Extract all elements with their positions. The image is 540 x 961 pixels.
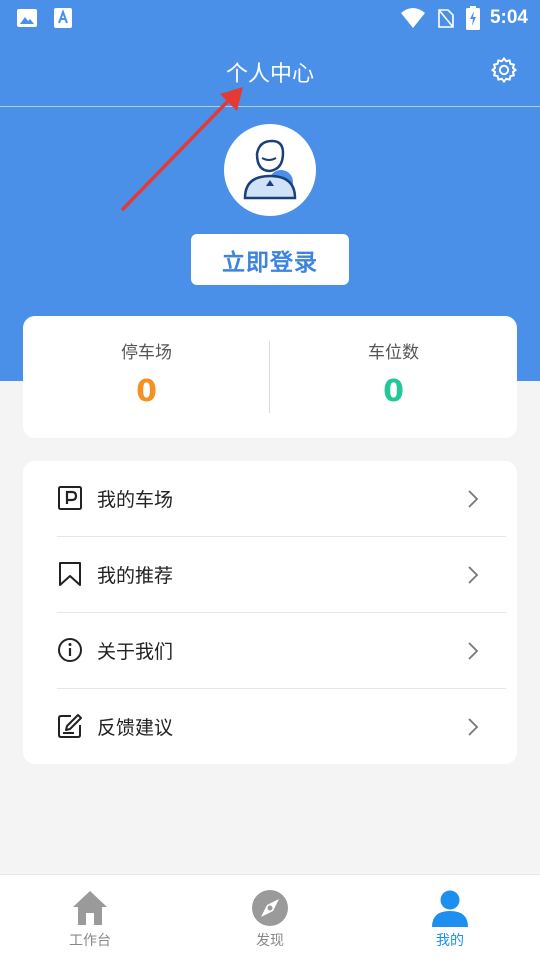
info-icon <box>58 638 82 662</box>
chevron-right-icon <box>468 490 479 508</box>
tab-label: 工作台 <box>69 933 111 949</box>
menu-item-label: 我的车场 <box>97 489 174 511</box>
user-avatar-icon <box>243 139 297 200</box>
stat-parking-spaces[interactable]: 车位数 0 <box>270 316 517 438</box>
chevron-right-icon <box>468 642 479 660</box>
menu-item-label: 反馈建议 <box>97 717 174 739</box>
chevron-right-icon <box>468 566 479 584</box>
edit-icon <box>58 714 82 738</box>
stat-value: 0 <box>383 374 404 409</box>
status-bar: 5:04 <box>0 0 540 36</box>
translate-notification-icon <box>54 8 72 28</box>
menu-card: 我的车场 我的推荐 关于我们 反馈建议 <box>23 461 517 764</box>
stats-card: 停车场 0 车位数 0 <box>23 316 517 438</box>
tab-workbench[interactable]: 工作台 <box>0 875 180 961</box>
login-button[interactable]: 立即登录 <box>191 234 349 285</box>
menu-item-my-parking[interactable]: 我的车场 <box>23 461 517 537</box>
home-icon <box>73 891 107 925</box>
battery-charging-icon <box>465 6 480 30</box>
wifi-icon <box>400 8 425 28</box>
compass-icon <box>252 890 288 926</box>
menu-item-about-us[interactable]: 关于我们 <box>23 613 517 689</box>
tab-mine[interactable]: 我的 <box>360 875 540 961</box>
tab-label: 发现 <box>256 933 284 949</box>
bottom-tab-bar: 工作台 发现 我的 <box>0 874 540 961</box>
tab-discover[interactable]: 发现 <box>180 875 360 961</box>
user-icon <box>432 890 468 927</box>
chevron-right-icon <box>468 718 479 736</box>
menu-item-label: 关于我们 <box>97 641 174 663</box>
title-bar: 个人中心 <box>0 36 540 107</box>
avatar[interactable] <box>224 124 316 216</box>
no-sim-icon <box>438 9 454 28</box>
stat-label: 停车场 <box>121 343 172 363</box>
menu-item-label: 我的推荐 <box>97 565 174 587</box>
page-title: 个人中心 <box>225 62 314 87</box>
bookmark-icon <box>59 562 81 586</box>
menu-item-feedback[interactable]: 反馈建议 <box>23 689 517 765</box>
tab-label: 我的 <box>436 933 464 949</box>
gallery-notification-icon <box>17 9 37 27</box>
status-time: 5:04 <box>489 7 528 28</box>
menu-item-my-recommendations[interactable]: 我的推荐 <box>23 537 517 613</box>
stat-parking-lots[interactable]: 停车场 0 <box>23 316 270 438</box>
stat-value: 0 <box>136 374 157 409</box>
settings-gear-icon[interactable] <box>490 56 518 84</box>
parking-icon <box>58 486 82 510</box>
stat-label: 车位数 <box>368 343 419 363</box>
